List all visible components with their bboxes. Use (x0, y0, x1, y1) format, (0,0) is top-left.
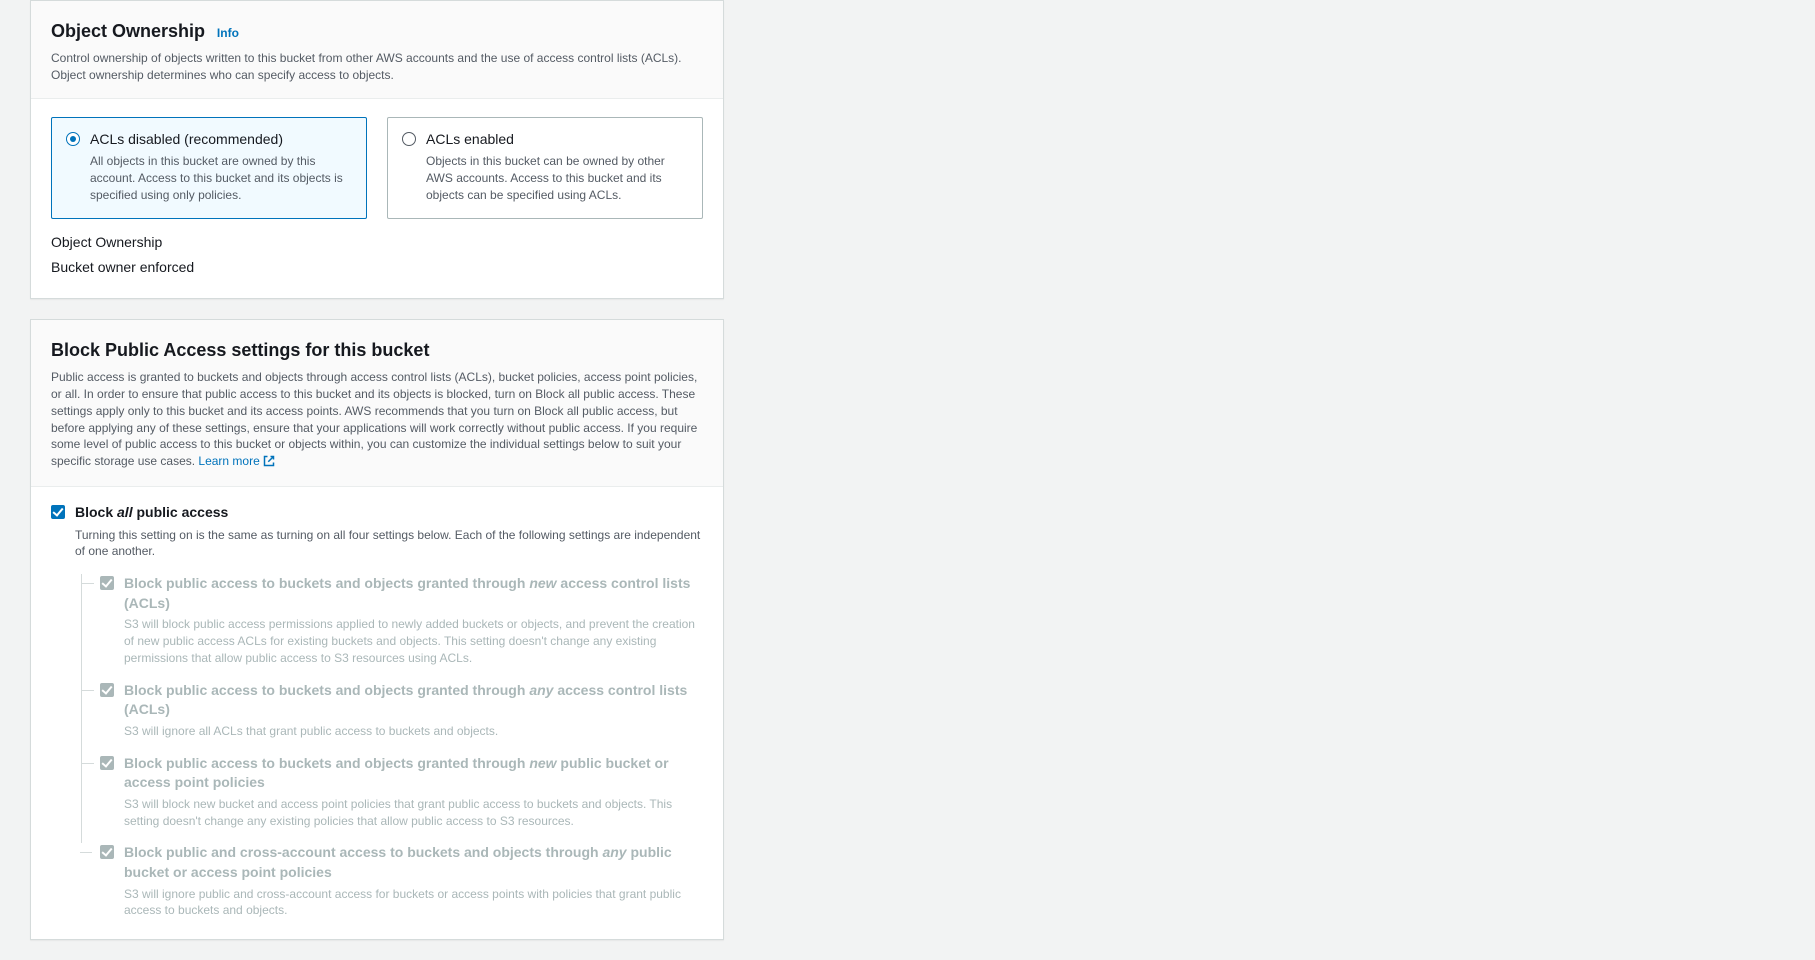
sub-1-pre: Block public access to buckets and objec… (124, 682, 529, 698)
block-sub-list: Block public access to buckets and objec… (81, 574, 703, 919)
tile-acls-disabled-desc: All objects in this bucket are owned by … (90, 153, 352, 203)
tree-connector-icon (80, 852, 92, 853)
object-ownership-panel: Object Ownership Info Control ownership … (30, 0, 724, 299)
tile-acls-enabled[interactable]: ACLs enabled Objects in this bucket can … (387, 117, 703, 219)
checkbox-sub-2 (100, 756, 114, 770)
block-all-label: Block all public access (75, 503, 703, 523)
sub-2-pre: Block public access to buckets and objec… (124, 755, 529, 771)
sub-3-em: any (602, 844, 626, 860)
sub-title-2: Block public access to buckets and objec… (124, 754, 703, 793)
block-all-em: all (117, 504, 133, 520)
tree-connector-icon (82, 763, 94, 764)
sub-1-em: any (529, 682, 553, 698)
sub-title-1: Block public access to buckets and objec… (124, 681, 703, 720)
checkbox-block-all[interactable] (51, 505, 65, 519)
checkbox-sub-1 (100, 683, 114, 697)
block-public-access-header: Block Public Access settings for this bu… (31, 320, 723, 487)
ownership-tiles: ACLs disabled (recommended) All objects … (51, 117, 703, 219)
block-sub-item-1: Block public access to buckets and objec… (82, 681, 703, 754)
tree-connector-icon (82, 690, 94, 691)
block-sub-item-0: Block public access to buckets and objec… (82, 574, 703, 681)
block-sub-item-2: Block public access to buckets and objec… (82, 754, 703, 844)
tile-acls-disabled-title: ACLs disabled (recommended) (90, 130, 283, 150)
external-link-icon (263, 455, 275, 472)
sub-desc-1: S3 will ignore all ACLs that grant publi… (124, 723, 703, 740)
block-public-access-description: Public access is granted to buckets and … (51, 369, 703, 472)
sub-title-3: Block public and cross-account access to… (124, 843, 703, 882)
block-public-access-title: Block Public Access settings for this bu… (51, 340, 429, 360)
block-public-access-panel: Block Public Access settings for this bu… (30, 319, 724, 940)
tile-acls-enabled-title: ACLs enabled (426, 130, 514, 150)
ownership-kv-value: Bucket owner enforced (51, 258, 703, 278)
block-all-row: Block all public access Turning this set… (51, 503, 703, 919)
ownership-kv-label: Object Ownership (51, 233, 703, 253)
tree-connector-icon (82, 583, 94, 584)
info-link[interactable]: Info (217, 26, 239, 40)
sub-desc-0: S3 will block public access permissions … (124, 616, 703, 666)
block-desc-text: Public access is granted to buckets and … (51, 370, 697, 468)
learn-more-text: Learn more (198, 454, 259, 468)
sub-2-em: new (529, 755, 556, 771)
tile-acls-disabled[interactable]: ACLs disabled (recommended) All objects … (51, 117, 367, 219)
object-ownership-header: Object Ownership Info Control ownership … (31, 1, 723, 99)
sub-3-pre: Block public and cross-account access to… (124, 844, 602, 860)
sub-desc-2: S3 will block new bucket and access poin… (124, 796, 703, 830)
object-ownership-body: ACLs disabled (recommended) All objects … (31, 99, 723, 298)
sub-title-0: Block public access to buckets and objec… (124, 574, 703, 613)
checkbox-sub-3 (100, 845, 114, 859)
block-all-post: public access (133, 504, 229, 520)
learn-more-link[interactable]: Learn more (198, 454, 274, 468)
block-public-access-body: Block all public access Turning this set… (31, 487, 723, 939)
radio-acls-enabled[interactable] (402, 132, 416, 146)
tile-acls-enabled-desc: Objects in this bucket can be owned by o… (426, 153, 688, 203)
object-ownership-description: Control ownership of objects written to … (51, 50, 703, 84)
sub-desc-3: S3 will ignore public and cross-account … (124, 886, 703, 920)
block-all-desc: Turning this setting on is the same as t… (75, 527, 703, 561)
sub-0-em: new (529, 575, 556, 591)
radio-acls-disabled[interactable] (66, 132, 80, 146)
object-ownership-title: Object Ownership (51, 21, 205, 41)
sub-0-pre: Block public access to buckets and objec… (124, 575, 529, 591)
block-sub-item-3: Block public and cross-account access to… (81, 843, 703, 919)
block-all-pre: Block (75, 504, 117, 520)
checkbox-sub-0 (100, 576, 114, 590)
